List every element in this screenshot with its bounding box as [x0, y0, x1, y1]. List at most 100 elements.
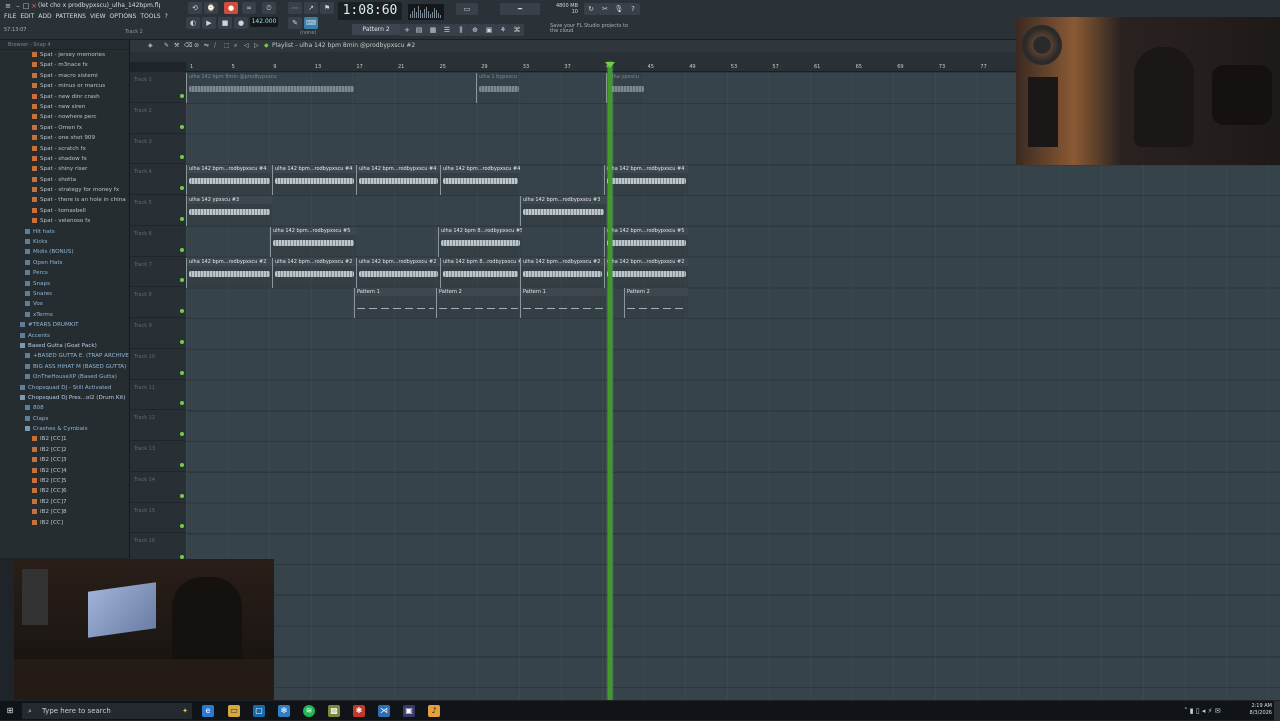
app-icon-2[interactable]: ▣	[403, 705, 415, 717]
track-mute-led[interactable]	[180, 401, 184, 406]
browser-item[interactable]: Hit hats	[0, 227, 129, 237]
edge-icon[interactable]: e	[202, 705, 214, 717]
snap-icon[interactable]: ⋯	[288, 2, 302, 14]
audio-clip[interactable]: ulha 142 bpm...rodbypxscu #4	[186, 165, 272, 196]
show-desktop[interactable]	[1274, 701, 1280, 721]
browser-item[interactable]: IB2 [CC]	[0, 518, 129, 528]
timeline-ruler[interactable]: 1591317212529333741454953576165697377	[186, 62, 1016, 72]
track-mute-led[interactable]	[180, 247, 184, 252]
zoom-tool-icon[interactable]: ⌕	[234, 42, 237, 50]
track-header[interactable]: Track 13	[130, 441, 186, 472]
audio-clip[interactable]: ulha 142 bpm...rodbypxscu #4	[440, 165, 520, 196]
browser-item[interactable]: Vox	[0, 299, 129, 309]
browser-item[interactable]: Spat - one shot 909	[0, 133, 129, 143]
browser-item[interactable]: Spat - minus or marcus	[0, 81, 129, 91]
mute-tool-icon[interactable]: ⊘	[194, 42, 199, 49]
select-tool-icon[interactable]: ⬚	[224, 42, 230, 49]
browser-item[interactable]: IB2 [CC]4	[0, 466, 129, 476]
track-header[interactable]: Track 10	[130, 349, 186, 380]
spotify-icon[interactable]: ≋	[303, 705, 315, 717]
browser-item[interactable]: Spat - m3nace fx	[0, 60, 129, 70]
fl-studio-icon[interactable]: ♪	[428, 705, 440, 717]
plugin-picker-icon[interactable]: ⊕	[468, 24, 482, 36]
browser-item[interactable]: Spat - jersey memories	[0, 50, 129, 60]
touch-controller-icon[interactable]: ⌘	[510, 24, 524, 36]
pattern-selector[interactable]: Pattern 2	[352, 24, 400, 35]
tempo-display[interactable]: 142.000	[250, 17, 278, 27]
browser-item[interactable]: IB2 [CC]3	[0, 455, 129, 465]
track-header[interactable]: Track 8	[130, 287, 186, 318]
paint-tool-icon[interactable]: ⚒	[174, 42, 179, 49]
record-button[interactable]: ●	[224, 2, 238, 14]
browser-item[interactable]: Spat - new siren	[0, 102, 129, 112]
browser-icon[interactable]: ▣	[482, 24, 496, 36]
app-icon[interactable]: ✻	[278, 705, 290, 717]
track-mute-led[interactable]	[180, 493, 184, 498]
browser-item[interactable]: Spat - strategy for money fx	[0, 185, 129, 195]
channel-rack-icon[interactable]: ☰	[440, 24, 454, 36]
master-volume-slider[interactable]: ▭	[456, 3, 478, 15]
track-header[interactable]: Track 15	[130, 503, 186, 534]
store-icon[interactable]: ▢	[253, 705, 265, 717]
audio-clip[interactable]: ulha 142 bpm...rodbypxscu #2	[604, 257, 688, 288]
draw-tool-icon[interactable]: ✎	[164, 42, 169, 49]
browser-item[interactable]: Kicks	[0, 237, 129, 247]
track-header[interactable]: Track 12	[130, 410, 186, 441]
playlist-menu-icon[interactable]: ◈	[148, 42, 153, 49]
file-explorer-icon[interactable]: ▭	[228, 705, 240, 717]
browser-item[interactable]: +BASED GUTTA E. (TRAP ARCHIVE)	[0, 351, 129, 361]
browser-item[interactable]: Spat - nowhere perc	[0, 112, 129, 122]
browser-item[interactable]: Spat - shadow fx	[0, 154, 129, 164]
playlist-grid[interactable]: ulha 142 bpm 8min @prodbypxscu ulha 1 byp…	[186, 72, 1280, 700]
vscode-icon[interactable]: ⋊	[378, 705, 390, 717]
track-mute-led[interactable]	[180, 524, 184, 529]
browser-item[interactable]: IB2 [CC]1	[0, 434, 129, 444]
pattern-clip[interactable]: Pattern 2	[436, 288, 520, 319]
browser-item[interactable]: Spat - new dinr crash	[0, 92, 129, 102]
browser-item[interactable]: Spat - tomasbell	[0, 206, 129, 216]
menu-edit[interactable]: EDIT	[20, 13, 34, 23]
track-mute-led[interactable]	[180, 309, 184, 313]
playback-tool-icon[interactable]: ◁	[244, 42, 249, 49]
minecraft-icon[interactable]: ▩	[328, 705, 340, 717]
draw-icon[interactable]: ✎	[288, 17, 302, 29]
maximize-icon[interactable]: □	[22, 2, 30, 10]
slip-tool-icon[interactable]: ⇋	[204, 42, 209, 49]
next-icon[interactable]: ▷	[254, 42, 259, 49]
pattern-clip[interactable]: Pattern 2	[624, 288, 688, 319]
track-header[interactable]: Track 4	[130, 164, 186, 195]
piano-roll-icon[interactable]: ▦	[426, 24, 440, 36]
browser-item[interactable]: OnTheHouseXP (Based Gutta)	[0, 372, 129, 382]
audio-clip[interactable]: ulha 142 bpm...rodbypxscu #4	[604, 165, 688, 196]
tray-icons[interactable]: ˄ ▮ ▯ ◂ ⚡ ✉	[1184, 707, 1221, 715]
track-header[interactable]: Track 5	[130, 195, 186, 226]
snap-value[interactable]: (none)	[300, 30, 316, 36]
delete-tool-icon[interactable]: ⌫	[184, 42, 192, 49]
cut-icon[interactable]: ✂	[598, 3, 612, 15]
mixer-icon[interactable]: ⫼	[454, 24, 468, 36]
system-clock[interactable]: 2:19 AM 8/3/2026	[1250, 703, 1272, 717]
audio-clip[interactable]: ulha 142 bpm 8min @prodbypxscu	[186, 73, 356, 103]
playhead-marker[interactable]	[605, 62, 615, 68]
track-header[interactable]: Track 9	[130, 318, 186, 349]
browser-item[interactable]: IB2 [CC]7	[0, 497, 129, 507]
menu-options[interactable]: OPTIONS	[110, 13, 137, 23]
browser-item[interactable]: Crashes & Cymbals	[0, 424, 129, 434]
track-header[interactable]: Track 14	[130, 472, 186, 503]
playlist-overview[interactable]	[130, 52, 1016, 62]
browser-item[interactable]: Spat - macro sistemi	[0, 71, 129, 81]
menu-file[interactable]: FILE	[4, 13, 16, 23]
browser-item[interactable]: 808	[0, 403, 129, 413]
browser-item[interactable]: IB2 [CC]8	[0, 507, 129, 517]
windows-start-icon[interactable]: ⊞	[4, 705, 16, 717]
plugin-icon[interactable]: ⚘	[496, 24, 510, 36]
typing-keyboard-icon[interactable]: ⌨	[304, 17, 318, 29]
slice-tool-icon[interactable]: ⧸	[214, 42, 216, 50]
track-header[interactable]: Track 6	[130, 226, 186, 257]
browser-item[interactable]: Accents	[0, 331, 129, 341]
browser-item[interactable]: Spat - there is an hole in china	[0, 195, 129, 205]
pattern-clip[interactable]: Pattern 1	[354, 288, 436, 319]
undo-icon[interactable]: ↻	[584, 3, 598, 15]
track-header[interactable]: Track 7	[130, 257, 186, 288]
browser-item[interactable]: Spat - shotta	[0, 175, 129, 185]
